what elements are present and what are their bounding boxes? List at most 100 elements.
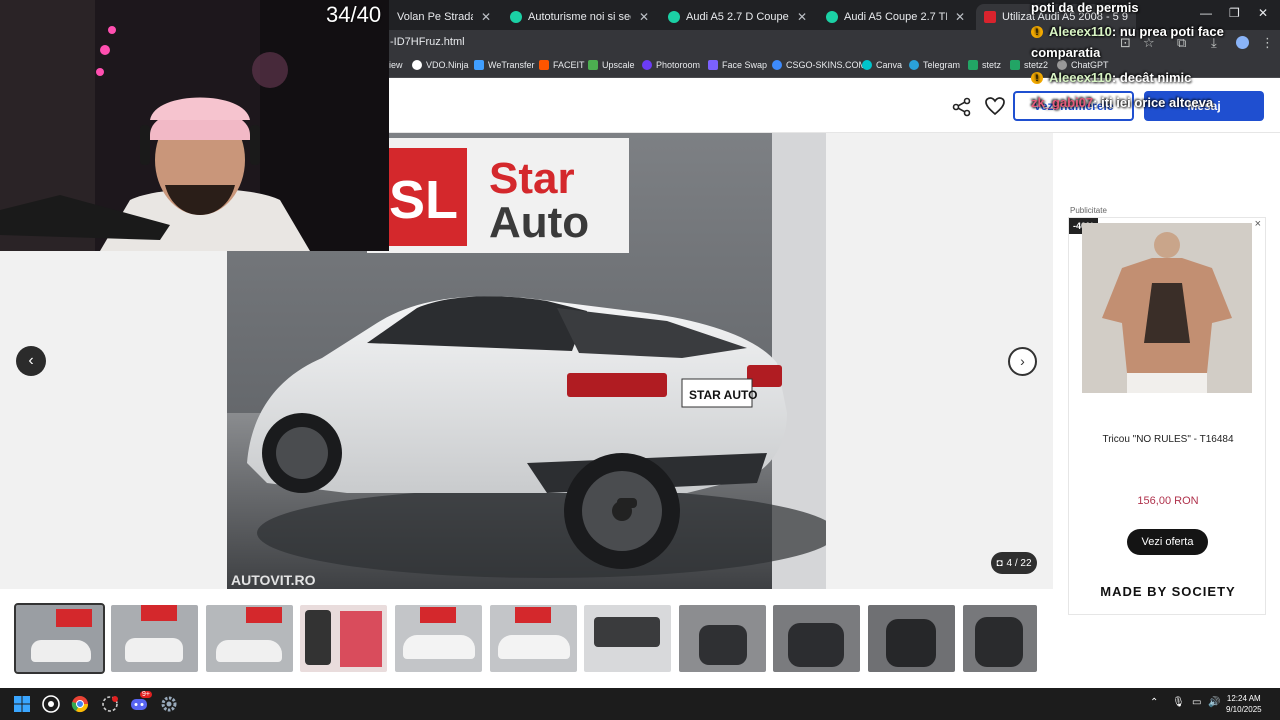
photoroom-icon: [642, 60, 652, 70]
next-photo-button[interactable]: ›: [1008, 347, 1037, 376]
bookmark-label: FACEIT: [553, 60, 585, 70]
settings-gear-icon[interactable]: [160, 695, 178, 713]
volume-icon[interactable]: 🔊: [1208, 697, 1220, 708]
bookmark-item[interactable]: Face Swap: [708, 60, 767, 70]
stream-counter: 34/40: [326, 2, 382, 27]
tray-chevron-up-icon[interactable]: ⌃: [1150, 697, 1158, 708]
menu-kebab-icon[interactable]: ⋮: [1261, 35, 1274, 51]
bookmark-item[interactable]: Upscale: [588, 60, 635, 70]
bookmark-item[interactable]: Canva: [862, 60, 902, 70]
share-icon[interactable]: [951, 97, 973, 117]
browser-tab[interactable]: Autoturisme noi si second-han ✕: [502, 4, 657, 30]
whatsapp-icon[interactable]: [42, 695, 60, 713]
profile-avatar-icon[interactable]: [1236, 36, 1249, 49]
streamer-webcam: [0, 0, 389, 251]
bookmark-item[interactable]: stetz: [968, 60, 1001, 70]
url-text[interactable]: -ID7HFruz.html: [390, 36, 465, 48]
camera-icon: ◘: [996, 557, 1003, 569]
discord-badge: 9+: [140, 691, 152, 698]
thumbnail-3[interactable]: [206, 605, 293, 672]
thumbnail-4[interactable]: [300, 605, 387, 672]
close-icon[interactable]: ✕: [481, 10, 491, 24]
bookmark-item[interactable]: Photoroom: [642, 60, 700, 70]
chat-username: Aleeex110: [1049, 70, 1112, 85]
browser-tab[interactable]: Volan Pe Strada Dupa 2 A ✕: [389, 4, 499, 30]
chevron-right-icon: ›: [1020, 353, 1025, 369]
thumbnail-8[interactable]: [679, 605, 766, 672]
thumbnail-6[interactable]: [490, 605, 577, 672]
upscale-icon: [588, 60, 598, 70]
close-icon[interactable]: ✕: [797, 10, 807, 24]
app-icon[interactable]: [101, 695, 119, 713]
sub-badge-icon: !: [1031, 72, 1043, 84]
minimize-icon[interactable]: —: [1200, 6, 1212, 20]
previous-photo-button[interactable]: ‹: [16, 346, 46, 376]
bookmark-label: CSGO-SKINS.COM: [786, 60, 867, 70]
clock-time: 12:24 AM: [1226, 694, 1261, 703]
close-icon[interactable]: ✕: [639, 10, 649, 24]
windows-taskbar: 9+ ⌃ 🎙 ▭ 🔊 12:24 AM 9/10/2025: [0, 688, 1280, 720]
photo-counter-text: 4 / 22: [1006, 557, 1032, 569]
bookmark-item[interactable]: ChatGPT: [1057, 60, 1109, 70]
bookmark-item[interactable]: stetz2: [1010, 60, 1048, 70]
close-icon[interactable]: ✕: [955, 10, 965, 24]
thumbnail-5[interactable]: [395, 605, 482, 672]
browser-tab[interactable]: Audi A5 2.7 D Coupe 2008 S lin ✕: [660, 4, 815, 30]
ad-banner[interactable]: -40% × Tricou "NO RULES" - T16484 156,00…: [1068, 217, 1266, 615]
bookmark-label: Photoroom: [656, 60, 701, 70]
vdoninja-icon: [412, 60, 422, 70]
maximize-icon[interactable]: ❐: [1229, 6, 1240, 20]
sheets-icon: [968, 60, 978, 70]
dealer-sign-line2: Auto: [489, 198, 589, 247]
bookmark-item[interactable]: FACEIT: [539, 60, 585, 70]
canva-icon: [862, 60, 872, 70]
bookmark-item[interactable]: Telegram: [909, 60, 960, 70]
ad-close-icon[interactable]: ×: [1255, 218, 1261, 230]
ad-product-price: 156,00 RON: [1137, 495, 1199, 507]
ad-product-image[interactable]: [1082, 223, 1252, 393]
sub-badge-icon: !: [1031, 26, 1043, 38]
bookmark-item[interactable]: VDO.Ninja: [412, 60, 469, 70]
chrome-icon[interactable]: [71, 695, 89, 713]
chevron-left-icon: ‹: [28, 352, 34, 369]
chat-message: : decât nimic: [1111, 70, 1192, 85]
bookmark-item[interactable]: iew: [389, 60, 403, 70]
thumbnail-11[interactable]: [963, 605, 1037, 672]
faceit-icon: [539, 60, 549, 70]
thumbnail-9[interactable]: [773, 605, 860, 672]
window-close-icon[interactable]: ✕: [1258, 6, 1268, 20]
license-plate: STAR AUTO: [689, 388, 757, 402]
thumbnail-2[interactable]: [111, 605, 198, 672]
tab-title: Audi A5 Coupe 2.7 TDI / Pache: [844, 11, 947, 23]
ad-offer-button[interactable]: Vezi oferta: [1127, 529, 1208, 555]
sheets-icon: [1010, 60, 1020, 70]
chat-message: comparatia: [1031, 45, 1101, 60]
network-icon[interactable]: ▭: [1192, 697, 1201, 708]
dealer-logo-text: SL: [389, 170, 458, 230]
clock-date: 9/10/2025: [1226, 705, 1262, 714]
bookmark-label: iew: [389, 60, 403, 70]
heart-icon[interactable]: [984, 96, 1006, 116]
windows-start-icon[interactable]: [13, 695, 31, 713]
bookmark-label: VDO.Ninja: [426, 60, 469, 70]
thumbnail-10[interactable]: [868, 605, 955, 672]
ad-brand-logo: MADE BY SOCIETY: [1100, 584, 1236, 599]
browser-tab[interactable]: Audi A5 Coupe 2.7 TDI / Pache ✕: [818, 4, 973, 30]
bookmark-label: Face Swap: [722, 60, 768, 70]
bookmark-item[interactable]: CSGO-SKINS.COM: [772, 60, 866, 70]
thumbnail-strip: [0, 589, 1053, 687]
ad-product-title: Tricou "NO RULES" - T16484: [1102, 434, 1234, 445]
taskbar-clock[interactable]: 12:24 AM 9/10/2025: [1226, 693, 1262, 715]
csgoskins-icon: [772, 60, 782, 70]
chat-line: ! Aleeex110: nu prea poti face: [1031, 24, 1224, 39]
bookmark-item[interactable]: WeTransfer: [474, 60, 535, 70]
screen: Volan Pe Strada Dupa 2 A ✕ Autoturisme n…: [0, 0, 1280, 720]
chat-message: : iti iei orice altceva: [1093, 95, 1214, 110]
bookmark-label: stetz: [982, 60, 1002, 70]
chat-username: Aleeex110: [1049, 24, 1112, 39]
thumbnail-7[interactable]: [584, 605, 671, 672]
thumbnail-1[interactable]: [14, 603, 105, 674]
bookmark-label: Canva: [876, 60, 903, 70]
microphone-icon[interactable]: 🎙: [1172, 697, 1185, 708]
chat-message: : nu prea poti face: [1111, 24, 1224, 39]
